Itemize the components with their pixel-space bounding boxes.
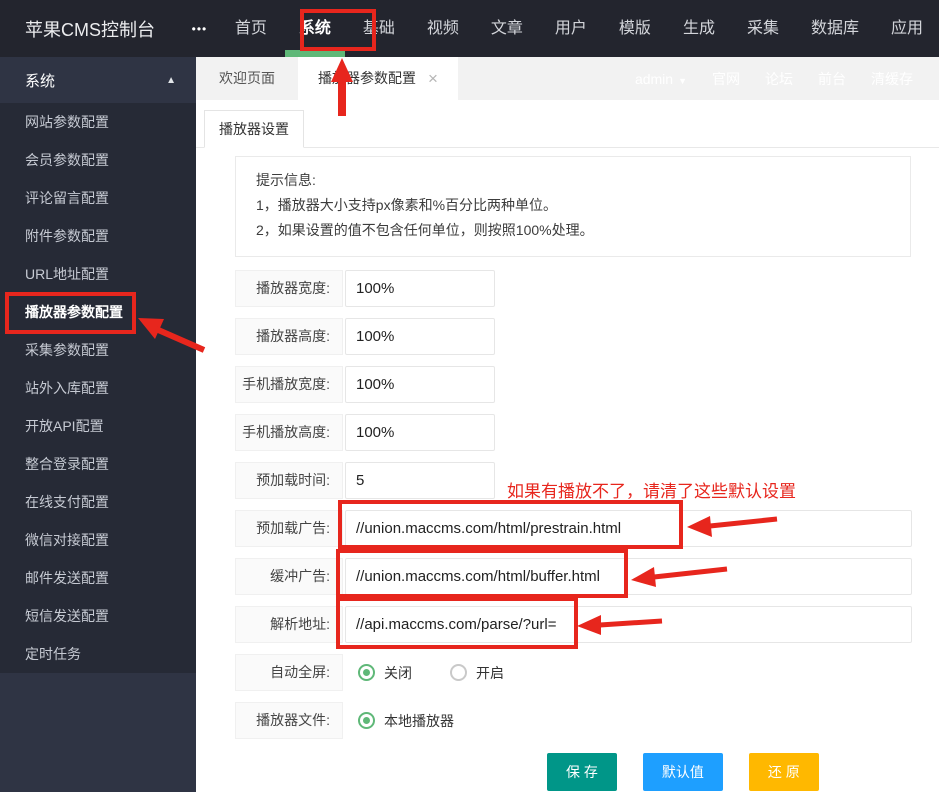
radio-off-icon[interactable] bbox=[450, 664, 467, 681]
collapse-arrow-icon[interactable]: ▲ bbox=[166, 75, 176, 86]
sidebar-item-collect-params[interactable]: 采集参数配置 bbox=[0, 331, 196, 369]
form-row-parse-url: 解析地址: bbox=[235, 606, 939, 643]
nav-item-video[interactable]: 视频 bbox=[411, 0, 475, 57]
form-row-preload-ad: 预加载广告: bbox=[235, 510, 939, 547]
sidebar-menu: 网站参数配置 会员参数配置 评论留言配置 附件参数配置 URL地址配置 播放器参… bbox=[0, 103, 196, 673]
preload-time-input[interactable] bbox=[345, 462, 495, 499]
form-row-player-height: 播放器高度: bbox=[235, 318, 939, 355]
main-content: 播放器设置 提示信息: 1，播放器大小支持px像素和%百分比两种单位。 2，如果… bbox=[196, 100, 939, 792]
tab-player-settings[interactable]: 播放器设置 bbox=[204, 110, 304, 148]
tab-player-params[interactable]: 播放器参数配置 × bbox=[298, 57, 458, 100]
mobile-width-input[interactable] bbox=[345, 366, 495, 403]
player-settings-form: 播放器宽度: 播放器高度: 手机播放宽度: 手机播放高度: 预加载时间: 预加载… bbox=[235, 270, 939, 791]
sidebar-item-scheduled-tasks[interactable]: 定时任务 bbox=[0, 635, 196, 673]
user-menu[interactable]: admin ▼ bbox=[635, 71, 687, 87]
user-links: admin ▼ 官网 论坛 前台 清缓存 bbox=[635, 57, 939, 100]
nav-item-collect[interactable]: 采集 bbox=[731, 0, 795, 57]
form-row-mobile-height: 手机播放高度: bbox=[235, 414, 939, 451]
field-label: 手机播放高度: bbox=[235, 414, 343, 451]
sidebar-item-external-import[interactable]: 站外入库配置 bbox=[0, 369, 196, 407]
form-row-player-width: 播放器宽度: bbox=[235, 270, 939, 307]
hint-line: 1，播放器大小支持px像素和%百分比两种单位。 bbox=[256, 197, 558, 213]
sidebar-item-comment-config[interactable]: 评论留言配置 bbox=[0, 179, 196, 217]
field-label: 预加载时间: bbox=[235, 462, 343, 499]
radio-group-auto-fullscreen: 关闭 开启 bbox=[358, 663, 504, 683]
hint-box: 提示信息: 1，播放器大小支持px像素和%百分比两种单位。 2，如果设置的值不包… bbox=[235, 156, 911, 257]
caret-down-icon: ▼ bbox=[678, 75, 687, 86]
form-row-preload-time: 预加载时间: bbox=[235, 462, 939, 499]
form-row-player-file: 播放器文件: 本地播放器 bbox=[235, 702, 939, 739]
link-forum[interactable]: 论坛 bbox=[765, 69, 793, 89]
main-nav: 首页 系统 基础 视频 文章 用户 模版 生成 采集 数据库 应用 bbox=[219, 0, 939, 57]
form-buttons: 保 存 默认值 还 原 bbox=[547, 753, 939, 791]
sidebar: 系统 ▲ 网站参数配置 会员参数配置 评论留言配置 附件参数配置 URL地址配置… bbox=[0, 57, 196, 792]
sidebar-item-integrated-login[interactable]: 整合登录配置 bbox=[0, 445, 196, 483]
more-icon[interactable]: ••• bbox=[180, 22, 219, 36]
top-navbar: 苹果CMS控制台 ••• 首页 系统 基础 视频 文章 用户 模版 生成 采集 … bbox=[0, 0, 939, 57]
parse-url-input[interactable] bbox=[345, 606, 912, 643]
radio-group-player-file: 本地播放器 bbox=[358, 711, 454, 731]
nav-item-system[interactable]: 系统 bbox=[283, 0, 347, 57]
tab-label: 播放器参数配置 bbox=[318, 70, 416, 86]
save-button[interactable]: 保 存 bbox=[547, 753, 617, 791]
sidebar-item-website-params[interactable]: 网站参数配置 bbox=[0, 103, 196, 141]
radio-option-close[interactable]: 关闭 bbox=[384, 663, 412, 683]
nav-item-article[interactable]: 文章 bbox=[475, 0, 539, 57]
close-icon[interactable]: × bbox=[428, 57, 438, 100]
form-row-buffer-ad: 缓冲广告: bbox=[235, 558, 939, 595]
player-height-input[interactable] bbox=[345, 318, 495, 355]
form-row-mobile-width: 手机播放宽度: bbox=[235, 366, 939, 403]
nav-item-database[interactable]: 数据库 bbox=[795, 0, 875, 57]
hint-line: 2，如果设置的值不包含任何单位，则按照100%处理。 bbox=[256, 222, 594, 238]
sidebar-item-sms-send[interactable]: 短信发送配置 bbox=[0, 597, 196, 635]
sidebar-item-url-config[interactable]: URL地址配置 bbox=[0, 255, 196, 293]
link-official-site[interactable]: 官网 bbox=[712, 69, 740, 89]
restore-button[interactable]: 还 原 bbox=[748, 753, 819, 791]
radio-on-icon[interactable] bbox=[358, 664, 375, 681]
form-row-auto-fullscreen: 自动全屏: 关闭 开启 bbox=[235, 654, 939, 691]
field-label: 预加载广告: bbox=[235, 510, 343, 547]
field-label: 播放器文件: bbox=[235, 702, 343, 739]
field-label: 解析地址: bbox=[235, 606, 343, 643]
mobile-height-input[interactable] bbox=[345, 414, 495, 451]
field-label: 手机播放宽度: bbox=[235, 366, 343, 403]
radio-on-icon[interactable] bbox=[358, 712, 375, 729]
app-logo: 苹果CMS控制台 bbox=[25, 19, 155, 40]
tab-welcome[interactable]: 欢迎页面 bbox=[196, 57, 298, 100]
hint-title: 提示信息: bbox=[256, 172, 316, 188]
nav-item-home[interactable]: 首页 bbox=[219, 0, 283, 57]
sidebar-item-member-params[interactable]: 会员参数配置 bbox=[0, 141, 196, 179]
radio-option-local-player[interactable]: 本地播放器 bbox=[384, 711, 454, 731]
field-label: 缓冲广告: bbox=[235, 558, 343, 595]
sidebar-item-wechat-connect[interactable]: 微信对接配置 bbox=[0, 521, 196, 559]
section-tab-bar: 播放器设置 bbox=[196, 100, 939, 148]
link-clear-cache[interactable]: 清缓存 bbox=[871, 69, 913, 89]
nav-item-app[interactable]: 应用 bbox=[875, 0, 939, 57]
link-frontend[interactable]: 前台 bbox=[818, 69, 846, 89]
buffer-ad-input[interactable] bbox=[345, 558, 912, 595]
sidebar-item-open-api[interactable]: 开放API配置 bbox=[0, 407, 196, 445]
nav-item-template[interactable]: 模版 bbox=[603, 0, 667, 57]
default-value-button[interactable]: 默认值 bbox=[642, 753, 723, 791]
sidebar-item-online-payment[interactable]: 在线支付配置 bbox=[0, 483, 196, 521]
nav-item-user[interactable]: 用户 bbox=[539, 0, 603, 57]
field-label: 播放器高度: bbox=[235, 318, 343, 355]
preload-ad-input[interactable] bbox=[345, 510, 912, 547]
player-width-input[interactable] bbox=[345, 270, 495, 307]
sidebar-group-system[interactable]: 系统 ▲ bbox=[0, 57, 196, 103]
tab-strip: 欢迎页面 播放器参数配置 × admin ▼ 官网 论坛 前台 清缓存 bbox=[196, 57, 939, 100]
sidebar-item-attachment-params[interactable]: 附件参数配置 bbox=[0, 217, 196, 255]
nav-item-generate[interactable]: 生成 bbox=[667, 0, 731, 57]
sidebar-group-label: 系统 bbox=[25, 72, 56, 90]
field-label: 自动全屏: bbox=[235, 654, 343, 691]
nav-item-basic[interactable]: 基础 bbox=[347, 0, 411, 57]
radio-option-open[interactable]: 开启 bbox=[476, 663, 504, 683]
sidebar-item-player-params[interactable]: 播放器参数配置 bbox=[0, 293, 196, 331]
sidebar-item-email-send[interactable]: 邮件发送配置 bbox=[0, 559, 196, 597]
field-label: 播放器宽度: bbox=[235, 270, 343, 307]
